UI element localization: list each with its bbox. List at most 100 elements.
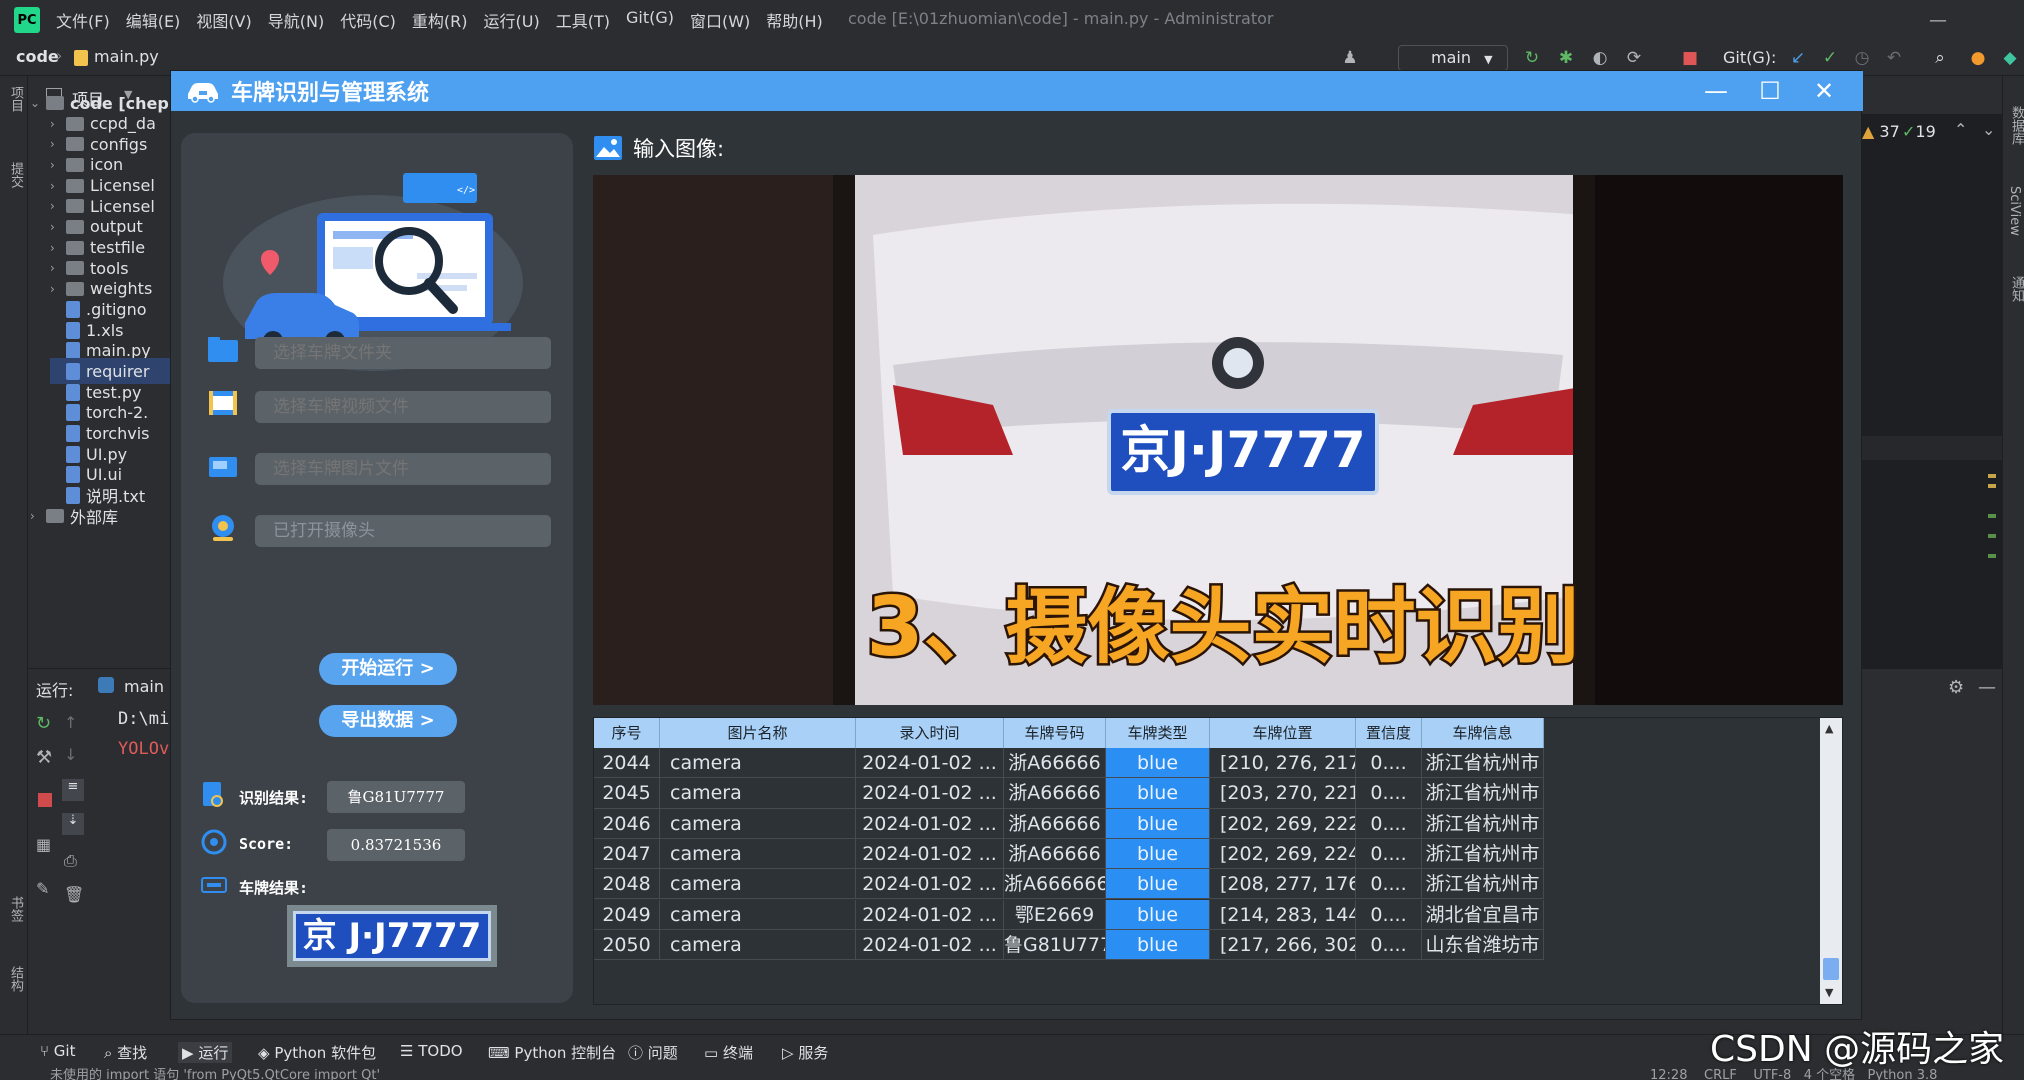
bottom-tab[interactable]: ☰ TODO (400, 1042, 463, 1060)
coverage-icon[interactable]: ◐ (1590, 48, 1610, 68)
status-line-col[interactable]: 12:28 (1650, 1068, 1687, 1080)
chevron-right-icon: › (50, 219, 55, 234)
bottom-tab[interactable]: ⌨ Python 控制台 (488, 1042, 616, 1063)
git-commit-icon[interactable]: ✓ (1820, 48, 1840, 68)
user-icon[interactable]: ♟ (1340, 48, 1360, 68)
warning-count[interactable]: ▲ 37 (1862, 122, 1900, 141)
scroll-thumb[interactable] (1823, 958, 1839, 980)
bottom-tab[interactable]: ⌕ 查找 (104, 1042, 147, 1063)
column-header[interactable]: 录入时间 (856, 718, 1004, 748)
bottom-tab[interactable]: ◈ Python 软件包 (258, 1042, 376, 1063)
breadcrumb-file[interactable]: main.py (94, 47, 159, 66)
left-label-structure[interactable]: 结构 (6, 966, 25, 992)
column-header[interactable]: 序号 (594, 718, 660, 748)
trash-icon[interactable]: 🗑 (64, 885, 84, 904)
menu-item[interactable]: Git(G) (626, 8, 674, 32)
search-icon[interactable]: ⌕ (1930, 48, 1950, 68)
app-maximize-button[interactable]: ☐ (1743, 71, 1797, 111)
scroll-end-icon[interactable]: ⇣ (62, 813, 84, 835)
menu-item[interactable]: 视图(V) (196, 8, 251, 32)
menu-item[interactable]: 文件(F) (56, 8, 110, 32)
app-close-button[interactable]: ✕ (1797, 71, 1851, 111)
chevron-up-icon[interactable]: ⌃ (1954, 120, 1967, 139)
update-icon[interactable]: ● (1968, 48, 1988, 68)
table-cell: 2024-01-02 ... (856, 899, 1004, 930)
plugin-icon[interactable]: ◆ (2000, 48, 2020, 68)
stop-icon[interactable] (38, 793, 52, 807)
left-label-bookmarks[interactable]: 书签 (6, 896, 25, 922)
menu-item[interactable]: 导航(N) (268, 8, 324, 32)
video-path-field[interactable] (255, 391, 551, 423)
bottom-tab[interactable]: ⑂ Git (40, 1042, 75, 1060)
soft-wrap-icon[interactable]: ≡ (62, 779, 84, 801)
file-icon (66, 466, 80, 484)
menu-item[interactable]: 窗口(W) (690, 8, 750, 32)
image-file-icon[interactable] (207, 453, 239, 481)
column-header[interactable]: 车牌类型 (1106, 718, 1210, 748)
camera-status-field[interactable]: 已打开摄像头 (255, 515, 551, 547)
run-tab-main[interactable]: main (124, 677, 164, 696)
right-label-notifications[interactable]: 通知 (2007, 276, 2024, 302)
table-cell: [203, 270, 221, ... (1210, 778, 1356, 809)
wrench-icon[interactable]: ⚒ (36, 747, 52, 768)
column-header[interactable]: 置信度 (1356, 718, 1422, 748)
column-header[interactable]: 车牌号码 (1004, 718, 1106, 748)
table-scrollbar[interactable]: ▲ ▼ (1820, 718, 1842, 1004)
print-icon[interactable]: ⎙ (64, 851, 77, 871)
export-button[interactable]: 导出数据 > (319, 705, 457, 737)
folder-icon[interactable] (207, 335, 239, 363)
bottom-tab[interactable]: ▷ 服务 (782, 1042, 828, 1063)
left-label-commit[interactable]: 提交 (6, 162, 25, 188)
bottom-tab[interactable]: ▭ 终端 (704, 1042, 753, 1063)
scroll-down-icon[interactable]: ▼ (1825, 986, 1833, 999)
up-arrow-icon[interactable]: ↑ (64, 713, 77, 732)
menu-item[interactable]: 代码(C) (340, 8, 396, 32)
scroll-up-icon[interactable]: ▲ (1825, 722, 1833, 735)
right-label-sciview[interactable]: SciView (2007, 186, 2022, 236)
minimize-panel-icon[interactable]: — (1978, 677, 1996, 698)
table-cell: blue (1106, 778, 1210, 809)
bottom-tab[interactable]: ⓘ 问题 (628, 1042, 678, 1063)
menu-item[interactable]: 工具(T) (556, 8, 610, 32)
video-file-icon[interactable] (207, 389, 239, 417)
breadcrumb-project[interactable]: code (16, 47, 59, 66)
table-cell: 2049 (594, 899, 660, 930)
folder-path-field[interactable] (255, 337, 551, 369)
debug-icon[interactable]: ✱ (1556, 48, 1576, 68)
menu-item[interactable]: 重构(R) (412, 8, 468, 32)
chevron-down-icon[interactable]: ⌄ (1982, 120, 1995, 139)
start-button[interactable]: 开始运行 > (319, 653, 457, 685)
check-icon: ✓ (1902, 122, 1916, 141)
result-label: 识别结果: (239, 789, 309, 807)
down-arrow-icon[interactable]: ↓ (64, 745, 77, 764)
right-label-database[interactable]: 数据库 (2007, 106, 2024, 145)
image-path-field[interactable] (255, 453, 551, 485)
menu-item[interactable]: 编辑(E) (126, 8, 181, 32)
bottom-tab-label: Git (53, 1042, 76, 1060)
left-label-project[interactable]: 项目 (6, 86, 25, 112)
layout-icon[interactable]: ▦ (36, 835, 51, 854)
column-header[interactable]: 图片名称 (660, 718, 856, 748)
pin-icon[interactable]: ✎ (36, 879, 49, 898)
app-minimize-button[interactable]: — (1689, 71, 1743, 111)
table-cell: [217, 266, 302, ... (1210, 929, 1356, 961)
camera-icon[interactable] (207, 513, 239, 541)
git-history-icon[interactable]: ◷ (1852, 48, 1872, 68)
gear-icon[interactable]: ⚙ (1948, 677, 1964, 698)
rerun-icon[interactable]: ↻ (1522, 48, 1542, 68)
menu-item[interactable]: 帮助(H) (766, 8, 823, 32)
column-header[interactable]: 车牌位置 (1210, 718, 1356, 748)
tree-item[interactable]: › 外部库 (30, 503, 118, 529)
git-rollback-icon[interactable]: ↶ (1884, 48, 1904, 68)
bottom-tab[interactable]: ▶ 运行 (178, 1042, 233, 1063)
check-count[interactable]: ✓19 (1902, 122, 1936, 141)
column-header[interactable]: 车牌信息 (1422, 718, 1544, 748)
stop-icon[interactable]: ■ (1680, 48, 1700, 68)
rerun-icon[interactable]: ↻ (36, 713, 51, 734)
file-icon (66, 342, 80, 360)
branch-selector[interactable]: main ▼ (1398, 45, 1508, 71)
menu-item[interactable]: 运行(U) (484, 8, 540, 32)
git-update-icon[interactable]: ↙ (1788, 48, 1808, 68)
profile-icon[interactable]: ⟳ (1624, 48, 1644, 68)
tree-item-label: UI.py (86, 444, 128, 464)
